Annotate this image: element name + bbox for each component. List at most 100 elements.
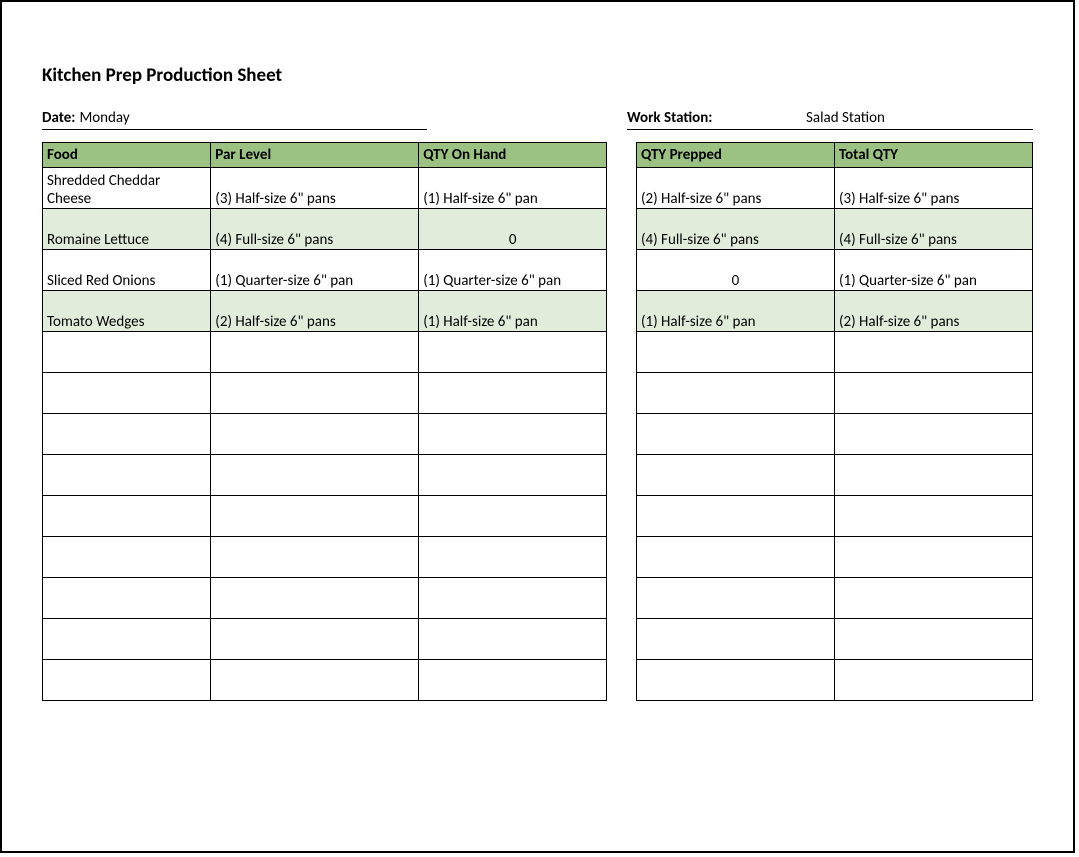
cell-empty: [636, 537, 834, 578]
cell-empty: [419, 496, 607, 537]
table-row-empty: [43, 537, 1033, 578]
cell-empty: [419, 537, 607, 578]
header-par: Par Level: [211, 143, 419, 168]
cell-par: (4) Full-size 6" pans: [211, 209, 419, 250]
cell-gap: [607, 209, 637, 250]
cell-empty: [834, 373, 1032, 414]
production-table: Food Par Level QTY On Hand QTY Prepped T…: [42, 142, 1033, 701]
cell-empty: [43, 660, 211, 701]
cell-empty: [636, 578, 834, 619]
date-label: Date:: [42, 109, 75, 127]
cell-empty: [834, 660, 1032, 701]
cell-empty: [419, 660, 607, 701]
cell-total: (4) Full-size 6" pans: [834, 209, 1032, 250]
cell-gap: [607, 250, 637, 291]
cell-gap: [607, 168, 637, 209]
cell-empty: [419, 332, 607, 373]
document-title: Kitchen Prep Production Sheet: [42, 64, 1033, 87]
cell-gap: [607, 373, 637, 414]
header-onhand: QTY On Hand: [419, 143, 607, 168]
header-gap: [607, 143, 637, 168]
cell-onhand: (1) Half-size 6" pan: [419, 168, 607, 209]
cell-gap: [607, 291, 637, 332]
table-row-empty: [43, 619, 1033, 660]
table-row: Romaine Lettuce(4) Full-size 6" pans0(4)…: [43, 209, 1033, 250]
table-row-empty: [43, 455, 1033, 496]
header-food: Food: [43, 143, 211, 168]
cell-total: (3) Half-size 6" pans: [834, 168, 1032, 209]
cell-onhand: (1) Half-size 6" pan: [419, 291, 607, 332]
cell-par: (1) Quarter-size 6" pan: [211, 250, 419, 291]
cell-food: Tomato Wedges: [43, 291, 211, 332]
date-field: Date: Monday: [42, 109, 427, 130]
table-row-empty: [43, 414, 1033, 455]
cell-prepped: (2) Half-size 6" pans: [636, 168, 834, 209]
cell-empty: [636, 619, 834, 660]
cell-empty: [419, 414, 607, 455]
cell-gap: [607, 660, 637, 701]
workstation-value: Salad Station: [806, 109, 885, 127]
cell-empty: [834, 414, 1032, 455]
cell-prepped: 0: [636, 250, 834, 291]
header-prepped: QTY Prepped: [636, 143, 834, 168]
content-area: Kitchen Prep Production Sheet Date: Mond…: [2, 2, 1073, 731]
cell-empty: [211, 537, 419, 578]
cell-gap: [607, 496, 637, 537]
table-row-empty: [43, 660, 1033, 701]
cell-onhand: 0: [419, 209, 607, 250]
table-body: Shredded Cheddar Cheese(3) Half-size 6" …: [43, 168, 1033, 701]
cell-empty: [834, 537, 1032, 578]
cell-gap: [607, 455, 637, 496]
cell-food: Sliced Red Onions: [43, 250, 211, 291]
cell-empty: [43, 332, 211, 373]
header-total: Total QTY: [834, 143, 1032, 168]
cell-empty: [636, 660, 834, 701]
cell-par: (3) Half-size 6" pans: [211, 168, 419, 209]
table-row-empty: [43, 496, 1033, 537]
cell-empty: [211, 578, 419, 619]
workstation-field: Work Station: Salad Station: [627, 109, 1033, 130]
cell-empty: [43, 455, 211, 496]
cell-empty: [636, 414, 834, 455]
cell-food: Romaine Lettuce: [43, 209, 211, 250]
table-row: Shredded Cheddar Cheese(3) Half-size 6" …: [43, 168, 1033, 209]
table-row-empty: [43, 373, 1033, 414]
cell-empty: [419, 619, 607, 660]
cell-total: (1) Quarter-size 6" pan: [834, 250, 1032, 291]
cell-empty: [211, 619, 419, 660]
cell-food: Shredded Cheddar Cheese: [43, 168, 211, 209]
cell-empty: [211, 414, 419, 455]
cell-empty: [211, 373, 419, 414]
cell-empty: [636, 455, 834, 496]
cell-gap: [607, 619, 637, 660]
cell-empty: [43, 619, 211, 660]
cell-empty: [211, 332, 419, 373]
table-row-empty: [43, 332, 1033, 373]
table-row: Tomato Wedges(2) Half-size 6" pans(1) Ha…: [43, 291, 1033, 332]
cell-empty: [419, 373, 607, 414]
meta-gap: [427, 109, 627, 130]
document-page: Kitchen Prep Production Sheet Date: Mond…: [0, 0, 1075, 853]
cell-prepped: (4) Full-size 6" pans: [636, 209, 834, 250]
cell-empty: [43, 496, 211, 537]
cell-empty: [211, 660, 419, 701]
cell-empty: [43, 578, 211, 619]
cell-empty: [43, 414, 211, 455]
cell-gap: [607, 332, 637, 373]
cell-empty: [834, 332, 1032, 373]
cell-par: (2) Half-size 6" pans: [211, 291, 419, 332]
cell-empty: [834, 455, 1032, 496]
cell-gap: [607, 537, 637, 578]
cell-empty: [43, 373, 211, 414]
cell-empty: [636, 332, 834, 373]
cell-empty: [211, 455, 419, 496]
table-row: Sliced Red Onions(1) Quarter-size 6" pan…: [43, 250, 1033, 291]
cell-empty: [211, 496, 419, 537]
cell-gap: [607, 578, 637, 619]
table-row-empty: [43, 578, 1033, 619]
cell-empty: [834, 578, 1032, 619]
cell-empty: [419, 455, 607, 496]
table-header-row: Food Par Level QTY On Hand QTY Prepped T…: [43, 143, 1033, 168]
cell-empty: [636, 373, 834, 414]
date-value: Monday: [79, 109, 129, 127]
